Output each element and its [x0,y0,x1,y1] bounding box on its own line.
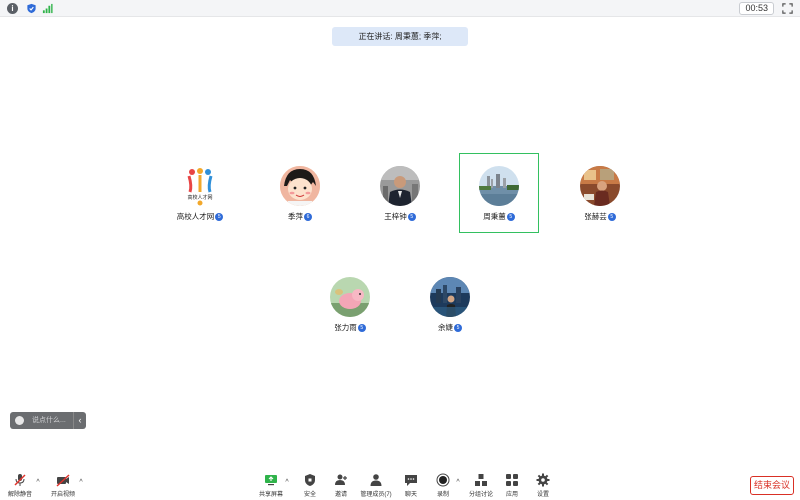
shield-icon[interactable] [26,3,37,14]
avatar [380,166,420,206]
chat-placeholder: 说点什么... [32,417,66,424]
participants-label: 管理成员(7) [360,492,392,498]
logo-avatar: 高校人才网 [180,166,220,206]
avatar [330,277,370,317]
invite-button[interactable]: 邀请 [321,473,361,500]
participant-tile[interactable]: 王梓钟 5 [360,153,440,233]
status-badge: 6 [304,213,312,222]
avatar [580,166,620,206]
record-button[interactable]: 录制 [423,473,463,500]
active-speaker-banner: 正在讲话: 周秉蕙; 季萍; [332,27,468,46]
share-label: 共享屏幕 [258,492,283,498]
chevron-up-icon[interactable]: ^ [34,479,42,486]
share-screen-icon [265,475,277,486]
participant-name: 季萍 6 [260,211,340,222]
settings-label: 设置 [536,492,549,498]
status-badge: 5 [607,213,616,222]
shield-icon [305,474,315,486]
video-label: 开启视频 [50,492,75,498]
apps-icon [506,474,518,486]
participant-name: 高校人才网 5 [160,211,240,222]
avatar [430,277,470,317]
participants-icon [370,474,382,486]
manage-participants-button[interactable]: 管理成员(7) [356,473,396,500]
muted-mic-icon [14,474,26,486]
people-logo-icon: 高校人才网 [187,168,213,206]
settings-button[interactable]: 设置 [523,473,563,500]
participant-tile[interactable]: 季萍 6 [260,153,340,233]
participant-tile[interactable]: 张力雨 5 [310,264,390,344]
status-badge: 5 [407,213,416,222]
video-off-icon [56,474,70,487]
participant-tile[interactable]: 高校人才网 高校人才网 5 [160,153,240,233]
participant-tile-active-speaker[interactable]: 周秉蕙 5 [459,153,539,233]
fullscreen-icon[interactable] [781,2,794,15]
status-badge: 5 [454,324,462,333]
participant-name: 张赫芸 5 [560,211,640,222]
invite-label: 邀请 [334,492,347,498]
participant-tile[interactable]: 张赫芸 5 [560,153,640,233]
chevron-left-icon[interactable]: ‹ [73,412,86,429]
avatar [280,166,320,206]
participant-name: 张力雨 5 [310,322,390,333]
avatar [479,166,519,206]
breakout-icon [475,474,487,486]
chevron-up-icon[interactable]: ^ [77,479,85,486]
share-screen-button[interactable]: 共享屏幕 [251,473,291,500]
chat-quick-input[interactable]: 说点什么... ‹ [10,412,86,429]
status-badge: 5 [215,213,224,222]
gear-icon [536,473,550,487]
meeting-window: i 00:53 正在讲话: 周秉蕙; 季萍; 高校人才网 高校人才网 5 季萍 … [0,0,800,500]
participant-tile[interactable]: 余婕 5 [410,264,490,344]
status-badge: 5 [357,324,366,333]
status-badge: 5 [506,213,515,222]
top-status-bar: i 00:53 [0,0,800,17]
start-video-button[interactable]: 开启视频 [43,473,83,500]
svg-text:高校人才网: 高校人才网 [187,194,212,201]
end-meeting-button[interactable]: 结束会议 [750,476,794,495]
participant-name: 余婕 5 [410,322,490,333]
add-user-icon [335,474,347,485]
smile-icon [15,416,24,425]
unmute-label: 解除静音 [7,492,32,498]
meeting-toolbar: 解除静音 ^ 开启视频 ^ 共享屏幕 ^ 安全 邀请 管理成员(7) 聊天 录制… [0,470,800,500]
chat-icon [405,475,417,486]
meeting-timer: 00:53 [739,2,774,15]
participant-name: 王梓钟 5 [360,211,440,222]
info-icon[interactable]: i [7,3,18,14]
signal-icon[interactable] [42,3,53,14]
participant-name: 周秉蕙 5 [460,211,538,222]
record-label: 录制 [436,492,449,498]
unmute-button[interactable]: 解除静音 [0,473,40,500]
record-icon [436,473,450,487]
